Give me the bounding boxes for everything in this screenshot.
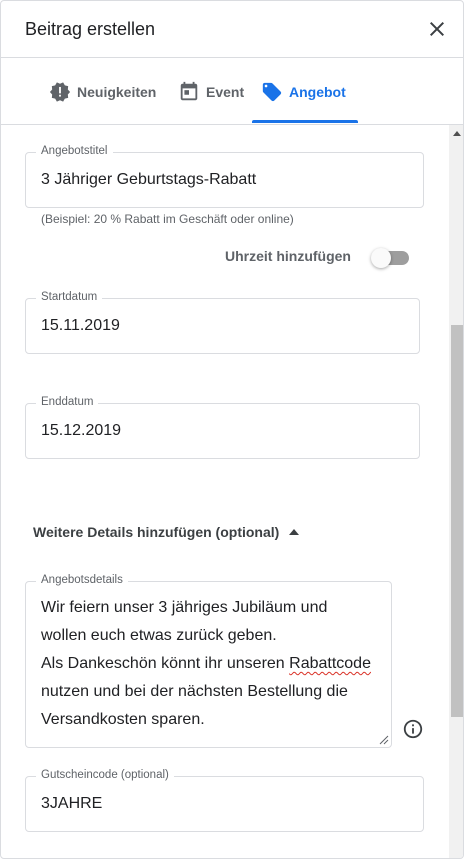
form-content: Angebotstitel 3 Jähriger Geburtstags-Rab… [1, 125, 449, 858]
more-details-label: Weitere Details hinzufügen (optional) [33, 524, 280, 540]
offer-details-label: Angebotsdetails [36, 574, 128, 586]
details-line-part: Als Dankeschön könnt ihr unseren [41, 655, 290, 672]
details-line: nutzen und bei der nächsten Bestellung d… [41, 683, 348, 700]
toggle-thumb [371, 248, 391, 268]
tab-label: Event [206, 84, 245, 100]
details-line: Als Dankeschön könnt ihr unseren Rabattc… [41, 650, 381, 678]
add-time-label: Uhrzeit hinzufügen [225, 248, 351, 264]
tab-label: Angebot [289, 84, 346, 100]
caret-up-icon [289, 529, 300, 535]
end-date-label: Enddatum [36, 396, 99, 408]
voucher-code-value: 3JAHRE [41, 795, 103, 812]
offer-title-helper: (Beispiel: 20 % Rabatt im Geschäft oder … [41, 212, 294, 226]
resize-handle-icon[interactable] [379, 735, 389, 745]
close-button[interactable] [425, 17, 449, 41]
create-post-dialog: Beitrag erstellen Neuigkeiten Event Ange… [0, 0, 464, 859]
start-date-label: Startdatum [36, 291, 103, 303]
voucher-code-field[interactable]: Gutscheincode (optional) 3JAHRE [25, 769, 424, 832]
info-icon[interactable] [402, 718, 424, 740]
details-line: wollen euch etwas zurück geben. [41, 627, 277, 644]
end-date-field[interactable]: Enddatum 15.12.2019 [25, 396, 420, 459]
tab-neuigkeiten[interactable]: Neuigkeiten [49, 78, 156, 106]
voucher-code-label: Gutscheincode (optional) [36, 769, 174, 781]
calendar-icon [180, 81, 198, 101]
scroll-thumb[interactable] [451, 325, 463, 717]
scrollbar[interactable] [449, 125, 463, 858]
active-tab-indicator [252, 120, 358, 123]
post-type-tabs: Neuigkeiten Event Angebot [1, 58, 463, 125]
badge-alert-icon [49, 82, 71, 102]
details-line: Versandkosten sparen. [41, 711, 205, 728]
scroll-up-arrow-icon[interactable] [453, 131, 461, 136]
tab-label: Neuigkeiten [77, 84, 157, 100]
offer-details-text: Wir feiern unser 3 jähriges Jubiläum und… [41, 594, 381, 734]
offer-title-field[interactable]: Angebotstitel 3 Jähriger Geburtstags-Rab… [25, 145, 424, 208]
dialog-title: Beitrag erstellen [25, 19, 156, 39]
more-details-toggle[interactable]: Weitere Details hinzufügen (optional) [33, 524, 300, 540]
tab-angebot[interactable]: Angebot [261, 78, 346, 106]
close-icon [430, 22, 444, 36]
tag-icon [262, 82, 282, 102]
start-date-field[interactable]: Startdatum 15.11.2019 [25, 291, 420, 354]
dialog-header: Beitrag erstellen [1, 1, 463, 58]
offer-title-value: 3 Jähriger Geburtstags-Rabatt [41, 171, 257, 188]
add-time-toggle[interactable] [371, 248, 409, 268]
offer-title-label: Angebotstitel [36, 145, 113, 157]
misspelled-word: Rabattcode [289, 655, 371, 672]
tab-event[interactable]: Event [178, 78, 244, 106]
end-date-value: 15.12.2019 [41, 422, 122, 439]
offer-details-textarea[interactable]: Angebotsdetails Wir feiern unser 3 jähri… [25, 574, 392, 748]
start-date-value: 15.11.2019 [41, 317, 120, 334]
details-line: Wir feiern unser 3 jähriges Jubiläum und [41, 599, 328, 616]
